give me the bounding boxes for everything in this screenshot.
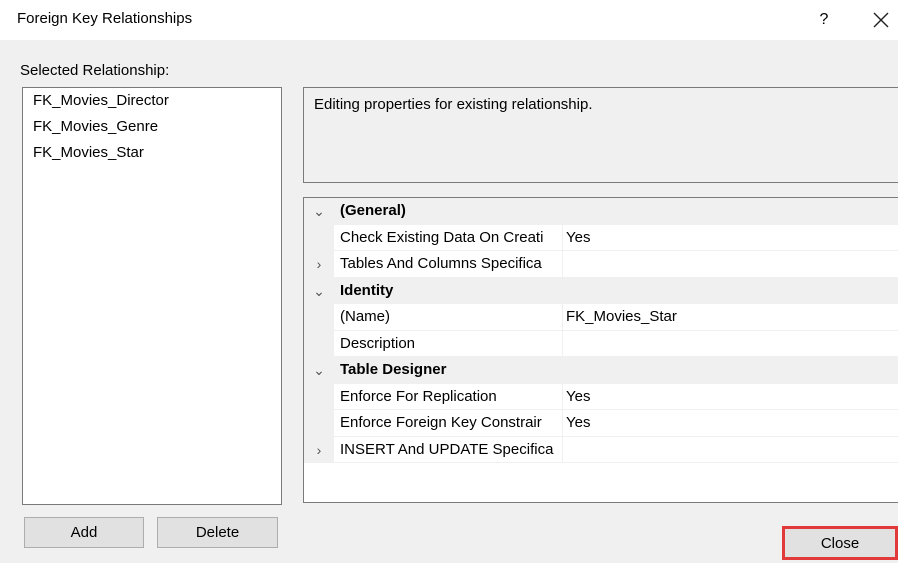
add-button[interactable]: Add xyxy=(24,517,144,548)
category-label: Table Designer xyxy=(340,361,447,378)
property-row[interactable]: Enforce Foreign Key Constrair Yes xyxy=(304,410,898,437)
property-value[interactable]: Yes xyxy=(566,410,590,436)
property-row[interactable]: Description xyxy=(304,330,898,357)
category-label: (General) xyxy=(340,202,406,219)
dialog-body: Selected Relationship: FK_Movies_Directo… xyxy=(0,40,898,563)
property-row[interactable]: › INSERT And UPDATE Specifica xyxy=(304,436,898,463)
help-button[interactable]: ? xyxy=(812,6,836,34)
close-icon[interactable] xyxy=(866,5,896,35)
category-row[interactable]: ⌄ Identity xyxy=(304,277,898,304)
property-row[interactable]: Enforce For Replication Yes xyxy=(304,383,898,410)
relationship-item[interactable]: FK_Movies_Genre xyxy=(23,114,281,140)
description-text: Editing properties for existing relation… xyxy=(314,96,593,113)
property-name: Enforce For Replication xyxy=(340,383,563,409)
window-title: Foreign Key Relationships xyxy=(17,10,193,27)
close-button[interactable]: Close xyxy=(782,526,898,560)
property-value[interactable]: Yes xyxy=(566,225,590,251)
expand-chevron-icon[interactable]: › xyxy=(304,251,334,277)
property-name: Tables And Columns Specifica xyxy=(340,251,563,277)
property-name: (Name) xyxy=(340,304,563,330)
property-value[interactable]: FK_Movies_Star xyxy=(566,304,677,330)
selected-relationship-label: Selected Relationship: xyxy=(20,62,170,79)
delete-button[interactable]: Delete xyxy=(157,517,278,548)
property-value[interactable]: Yes xyxy=(566,384,590,410)
property-name: Enforce Foreign Key Constrair xyxy=(340,410,563,436)
property-name: Description xyxy=(340,330,563,356)
property-grid[interactable]: ⌄ (General) Check Existing Data On Creat… xyxy=(303,197,898,503)
relationship-item[interactable]: FK_Movies_Star xyxy=(23,140,281,166)
collapse-chevron-icon[interactable]: ⌄ xyxy=(304,278,334,304)
title-bar: Foreign Key Relationships ? xyxy=(0,0,898,40)
category-row[interactable]: ⌄ (General) xyxy=(304,198,898,225)
category-row[interactable]: ⌄ Table Designer xyxy=(304,357,898,384)
property-row[interactable]: Check Existing Data On Creati Yes xyxy=(304,224,898,251)
category-label: Identity xyxy=(340,281,394,299)
relationship-list[interactable]: FK_Movies_Director FK_Movies_Genre FK_Mo… xyxy=(22,87,282,505)
expand-chevron-icon[interactable]: › xyxy=(304,437,334,463)
description-box: Editing properties for existing relation… xyxy=(303,87,898,183)
relationship-item[interactable]: FK_Movies_Director xyxy=(23,88,281,114)
collapse-chevron-icon[interactable]: ⌄ xyxy=(304,357,334,383)
collapse-chevron-icon[interactable]: ⌄ xyxy=(304,198,334,224)
property-row[interactable]: (Name) FK_Movies_Star xyxy=(304,304,898,331)
property-name: Check Existing Data On Creati xyxy=(340,224,563,250)
property-row[interactable]: › Tables And Columns Specifica xyxy=(304,251,898,278)
property-name: INSERT And UPDATE Specifica xyxy=(340,436,563,462)
